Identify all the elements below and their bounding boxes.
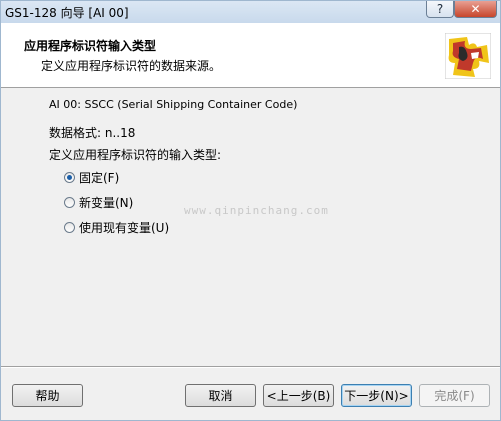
title-bar: GS1-128 向导 [AI 00] ? ✕ [1, 1, 500, 24]
wizard-dialog: GS1-128 向导 [AI 00] ? ✕ 应用程序标识符输入类型 定义应用程… [0, 0, 501, 421]
radio-fixed[interactable]: 固定(F) [64, 169, 119, 186]
radio-new-variable[interactable]: 新变量(N) [64, 194, 133, 211]
radio-new-variable-indicator[interactable] [64, 197, 75, 208]
next-button[interactable]: 下一步(N)> [341, 384, 412, 407]
radio-existing-variable[interactable]: 使用现有变量(U) [64, 219, 169, 236]
window-title: GS1-128 向导 [AI 00] [5, 6, 129, 20]
radio-new-variable-label: 新变量(N) [79, 196, 134, 210]
header-subtitle: 定义应用程序标识符的数据来源。 [41, 59, 222, 73]
radio-existing-variable-label: 使用现有变量(U) [79, 221, 170, 235]
header-title: 应用程序标识符输入类型 [24, 39, 157, 53]
wizard-header: 应用程序标识符输入类型 定义应用程序标识符的数据来源。 [1, 23, 500, 88]
radio-fixed-label: 固定(F) [79, 171, 120, 185]
question-icon: ? [436, 2, 444, 16]
finish-button[interactable]: 完成(F) [419, 384, 490, 407]
radio-existing-variable-indicator[interactable] [64, 222, 75, 233]
watermark: www.qinpinchang.com [184, 204, 329, 217]
footer-divider-highlight [1, 367, 500, 368]
ai-label: AI 00: SSCC (Serial Shipping Container C… [49, 98, 298, 111]
title-help-button[interactable]: ? [426, 1, 454, 18]
close-icon: ✕ [470, 2, 481, 16]
radio-fixed-indicator[interactable] [64, 172, 75, 183]
puzzle-icon [445, 33, 491, 79]
help-button[interactable]: 帮助 [12, 384, 83, 407]
input-type-prompt: 定义应用程序标识符的输入类型: [49, 148, 222, 162]
title-close-button[interactable]: ✕ [454, 1, 497, 18]
back-button[interactable]: <上一步(B) [263, 384, 334, 407]
data-format-label: 数据格式: n..18 [49, 126, 136, 140]
cancel-button[interactable]: 取消 [185, 384, 256, 407]
